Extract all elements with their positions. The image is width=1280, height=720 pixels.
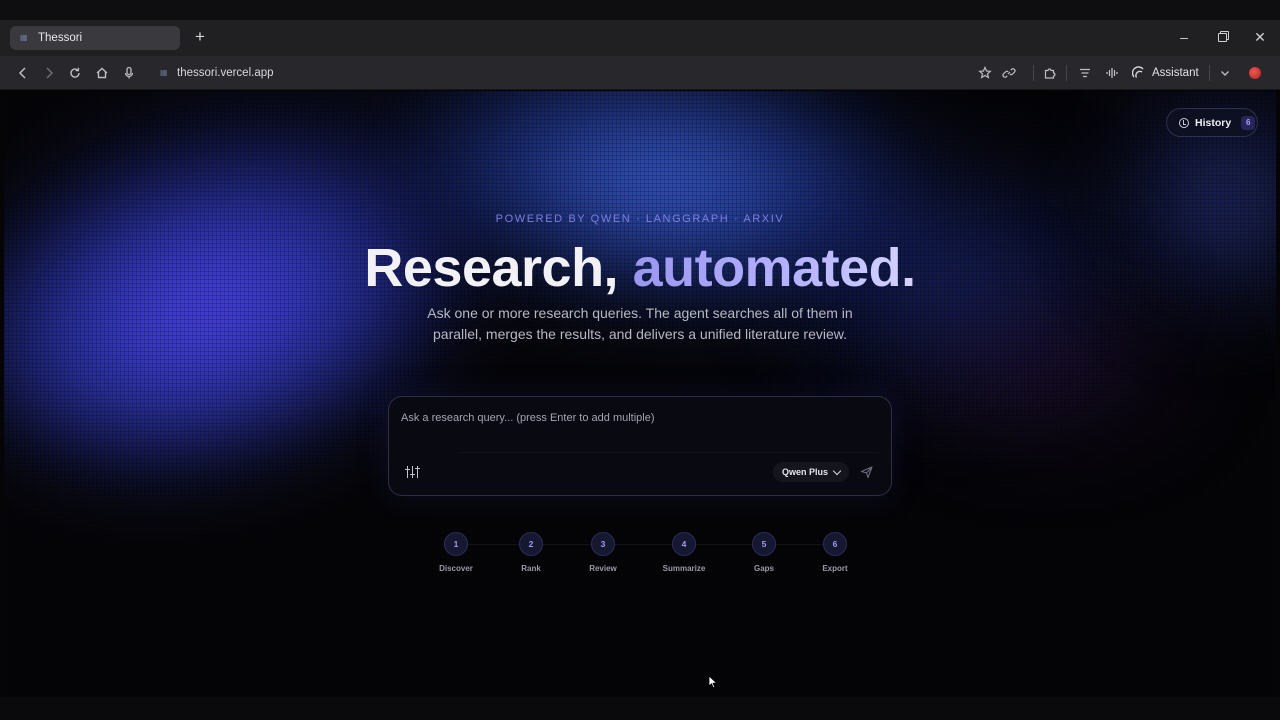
powered-by-eyebrow: POWERED BY QWEN · LANGGRAPH · ARXIV [495, 213, 785, 225]
slider-knob [415, 468, 420, 470]
home-icon [96, 67, 108, 79]
background-glow [864, 271, 1224, 471]
hero-title-part2: automated. [632, 238, 917, 298]
window-bottom-edge [0, 697, 1280, 720]
chevron-left-icon [18, 67, 26, 79]
step-summarize: 4 Summarize [654, 532, 714, 573]
step-label: Gaps [753, 564, 774, 573]
browser-toolbar: ▦ thessori.vercel.app Assistant [0, 56, 1280, 90]
home-button[interactable] [93, 64, 111, 82]
query-composer: Qwen Plus [388, 396, 892, 496]
step-label: Summarize [662, 564, 706, 573]
step-review: 3 Review [573, 532, 633, 573]
reload-icon [70, 67, 80, 78]
extensions-button[interactable] [1041, 64, 1059, 82]
puzzle-icon [1044, 68, 1056, 79]
send-button[interactable] [859, 464, 875, 480]
step-number: 5 [752, 532, 776, 556]
site-favicon-icon: ▦ [20, 33, 28, 42]
forward-button[interactable] [40, 64, 58, 82]
new-tab-button[interactable]: + [192, 28, 208, 46]
sidebar-menu-button[interactable] [1076, 64, 1094, 82]
reload-button[interactable] [66, 64, 84, 82]
tab-title: Thessori [38, 32, 83, 44]
url-favicon-icon: ▦ [160, 68, 168, 77]
toolbar-divider [1033, 65, 1034, 81]
composer-divider [459, 452, 879, 453]
step-label: Export [822, 564, 848, 573]
microphone-icon [124, 66, 134, 79]
back-button[interactable] [14, 64, 32, 82]
minimize-button[interactable]: – [1176, 28, 1192, 46]
star-icon [978, 66, 992, 79]
address-bar[interactable]: thessori.vercel.app [177, 67, 274, 79]
tab-menu-button[interactable] [1216, 64, 1234, 82]
chevron-right-icon [46, 67, 54, 79]
mouse-cursor-icon [708, 675, 718, 689]
step-number: 4 [672, 532, 696, 556]
assistant-icon [1132, 66, 1144, 78]
toolbar-divider [1066, 65, 1067, 81]
step-number: 6 [823, 532, 847, 556]
audio-button[interactable] [1103, 64, 1121, 82]
bookmark-button[interactable] [976, 64, 994, 82]
link-icon [1002, 68, 1016, 78]
slider-knob [405, 469, 410, 471]
step-discover: 1 Discover [426, 532, 486, 573]
page-viewport: History 6 POWERED BY QWEN · LANGGRAPH · … [4, 91, 1276, 697]
waveform-icon [1106, 68, 1118, 78]
model-select[interactable]: Qwen Plus [773, 462, 849, 482]
voice-search-button[interactable] [120, 64, 138, 82]
history-label: History [1195, 116, 1232, 129]
restore-icon [1217, 33, 1227, 42]
profile-avatar[interactable] [1249, 67, 1261, 79]
hero-title-part1: Research, [364, 238, 633, 298]
step-number: 2 [519, 532, 543, 556]
step-label: Rank [521, 564, 541, 573]
clock-icon [1179, 117, 1189, 128]
tab-thessori[interactable]: ▦ Thessori [10, 26, 180, 50]
sliders-icon [407, 466, 409, 478]
pipeline-steps: 1 Discover 2 Rank 3 Review 4 Summarize 5… [420, 532, 860, 576]
toolbar-divider [1209, 65, 1210, 81]
assistant-button[interactable]: Assistant [1132, 65, 1199, 81]
model-select-value: Qwen Plus [781, 467, 828, 477]
sliders-icon [412, 466, 414, 478]
research-query-input[interactable] [401, 407, 871, 429]
chevron-down-icon [832, 466, 842, 475]
copy-link-button[interactable] [1000, 64, 1018, 82]
menu-icon [1080, 68, 1090, 78]
step-number: 3 [591, 532, 615, 556]
hero-title: Research, automated. [4, 237, 1276, 299]
assistant-label: Assistant [1152, 67, 1199, 79]
close-window-button[interactable]: ✕ [1252, 28, 1268, 46]
step-label: Review [589, 564, 617, 573]
send-icon [860, 466, 873, 479]
grid-texture [4, 91, 1276, 697]
tab-strip: ▦ Thessori + – ✕ [0, 0, 1280, 56]
step-label: Discover [439, 564, 473, 573]
slider-knob [410, 474, 415, 476]
step-gaps: 5 Gaps [734, 532, 794, 573]
os-topbar [0, 0, 1280, 20]
chevron-down-icon [1221, 71, 1229, 76]
history-button[interactable]: History 6 [1166, 108, 1258, 137]
maximize-button[interactable] [1214, 28, 1230, 46]
history-count-badge: 6 [1241, 115, 1256, 130]
hero-subtitle: Ask one or more research queries. The ag… [427, 305, 853, 342]
step-export: 6 Export [805, 532, 865, 573]
step-rank: 2 Rank [501, 532, 561, 573]
step-number: 1 [444, 532, 468, 556]
settings-button[interactable] [405, 465, 421, 479]
